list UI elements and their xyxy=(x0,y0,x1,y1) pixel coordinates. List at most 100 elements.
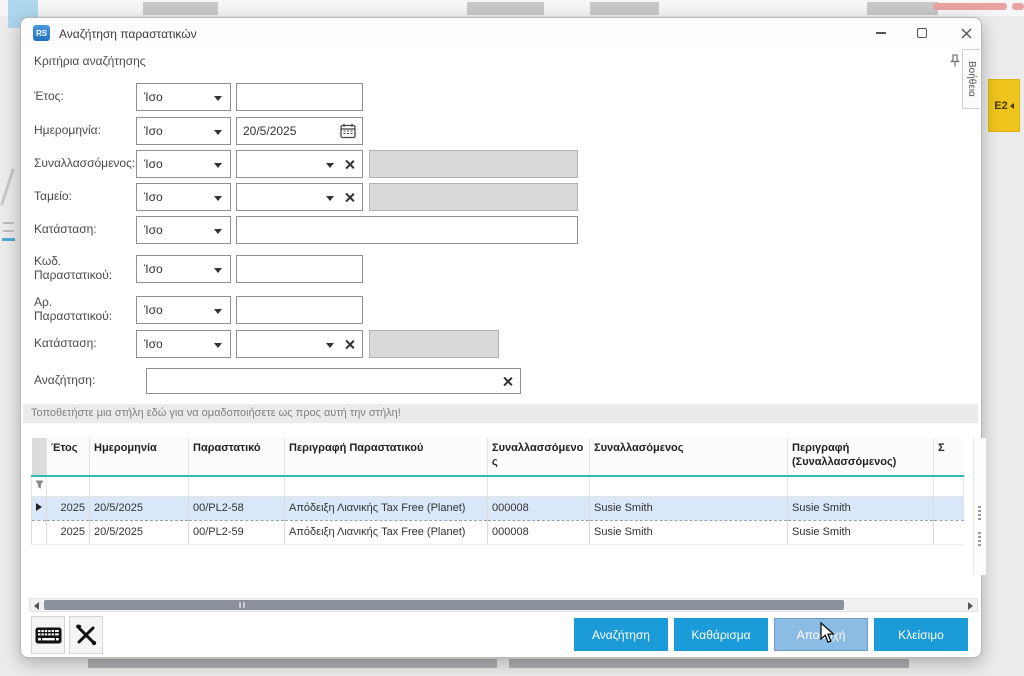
doc-code-input[interactable] xyxy=(237,256,362,282)
row-selector[interactable] xyxy=(32,496,47,520)
field-row-cashdesk: Ταμείο: Ίσο xyxy=(34,182,578,211)
scroll-right-icon[interactable] xyxy=(968,602,973,610)
column-header-party-code[interactable]: Συναλλασσόμενος xyxy=(488,438,590,476)
group-by-bar[interactable]: Τοποθετήστε μια στήλη εδώ για να ομαδοπο… xyxy=(23,404,978,423)
filter-cell[interactable] xyxy=(47,476,90,496)
grid-header-row: Έτος Ημερομηνία Παραστατικό Περιγραφή Πα… xyxy=(32,438,964,476)
operator-dropdown[interactable]: Ίσο xyxy=(136,255,231,283)
virtual-keyboard-button[interactable] xyxy=(31,616,65,654)
column-header-partial[interactable]: Σ xyxy=(934,438,964,476)
field-label: Κατάσταση: xyxy=(34,223,136,237)
criteria-panel-title: Κριτήρια αναζήτησης xyxy=(34,54,146,68)
field-row-status2: Κατάσταση: Ίσο xyxy=(34,329,499,358)
filter-cell[interactable] xyxy=(285,476,488,496)
clear-button[interactable]: Καθάρισμα xyxy=(674,618,768,651)
clear-icon[interactable] xyxy=(344,159,355,170)
column-header-year[interactable]: Έτος xyxy=(47,438,90,476)
chevron-down-icon[interactable] xyxy=(326,343,334,348)
titlebar[interactable]: RS Αναζήτηση παραστατικών xyxy=(21,18,981,48)
cell-year[interactable]: 2025 xyxy=(47,520,90,544)
cell-party-code[interactable]: 000008 xyxy=(488,520,590,544)
current-row-icon xyxy=(36,503,42,511)
chevron-down-icon xyxy=(214,130,222,135)
field-row-doc-code: Κωδ. Παραστατικού: Ίσο xyxy=(34,250,363,288)
table-row[interactable]: 2025 20/5/2025 00/PL2-58 Απόδειξη Λιανικ… xyxy=(32,496,964,520)
cell-doc[interactable]: 00/PL2-59 xyxy=(189,520,285,544)
filter-funnel-icon xyxy=(35,480,44,489)
operator-dropdown[interactable]: Ίσο xyxy=(136,183,231,211)
table-row[interactable]: 2025 20/5/2025 00/PL2-59 Απόδειξη Λιανικ… xyxy=(32,520,964,544)
field-label: Συναλλασσόμενος: xyxy=(34,157,136,171)
column-header-date[interactable]: Ημερομηνία xyxy=(90,438,189,476)
filter-cell[interactable] xyxy=(934,476,964,496)
calendar-icon[interactable] xyxy=(340,123,356,139)
mouse-cursor xyxy=(820,622,836,644)
year-input[interactable] xyxy=(237,84,362,110)
cell-extra[interactable] xyxy=(934,496,964,520)
clear-icon[interactable] xyxy=(344,192,355,203)
vertical-scrollbar[interactable] xyxy=(973,438,986,575)
scrollbar-thumb[interactable] xyxy=(44,600,844,610)
cell-party[interactable]: Susie Smith xyxy=(590,496,788,520)
operator-dropdown[interactable]: Ίσο xyxy=(136,216,231,244)
doc-number-input[interactable] xyxy=(237,297,362,323)
clear-icon[interactable] xyxy=(502,376,513,387)
search-button[interactable]: Αναζήτηση xyxy=(574,618,668,651)
filter-row-indicator[interactable] xyxy=(32,476,47,496)
close-action-button[interactable]: Κλείσιμο xyxy=(874,618,968,651)
cell-party-desc[interactable]: Susie Smith xyxy=(788,496,934,520)
maximize-button[interactable] xyxy=(907,22,937,44)
field-label: Αρ. Παραστατικού: xyxy=(34,296,136,324)
field-label: Ταμείο: xyxy=(34,190,136,204)
minimize-button[interactable] xyxy=(866,22,896,44)
help-side-tab[interactable]: Βοήθεια xyxy=(962,49,980,109)
operator-dropdown[interactable]: Ίσο xyxy=(136,117,231,145)
column-header-doc-desc[interactable]: Περιγραφή Παραστατικού xyxy=(285,438,488,476)
cell-party-code[interactable]: 000008 xyxy=(488,496,590,520)
filter-cell[interactable] xyxy=(189,476,285,496)
cell-doc[interactable]: 00/PL2-58 xyxy=(189,496,285,520)
window-title: Αναζήτηση παραστατικών xyxy=(59,27,197,41)
cell-doc-desc[interactable]: Απόδειξη Λιανικής Tax Free (Planet) xyxy=(285,520,488,544)
tools-button[interactable] xyxy=(69,616,103,654)
background-bottom-bar xyxy=(509,659,909,668)
clear-icon[interactable] xyxy=(344,339,355,350)
column-header-party[interactable]: Συναλλασόμενος xyxy=(590,438,788,476)
filter-cell[interactable] xyxy=(488,476,590,496)
chevron-down-icon[interactable] xyxy=(326,163,334,168)
operator-dropdown[interactable]: Ίσο xyxy=(136,83,231,111)
filter-cell[interactable] xyxy=(590,476,788,496)
background-highlight-bar xyxy=(1012,3,1024,10)
operator-dropdown[interactable]: Ίσο xyxy=(136,330,231,358)
cashdesk-combo[interactable] xyxy=(236,183,363,211)
cell-party[interactable]: Susie Smith xyxy=(590,520,788,544)
column-header-party-desc[interactable]: Περιγραφή (Συναλλασσόμενος) xyxy=(788,438,934,476)
doc-code-input-wrap xyxy=(236,255,363,283)
cell-year[interactable]: 2025 xyxy=(47,496,90,520)
search-input[interactable] xyxy=(147,369,496,393)
operator-dropdown[interactable]: Ίσο xyxy=(136,296,231,324)
horizontal-scrollbar[interactable] xyxy=(29,598,978,612)
row-selector[interactable] xyxy=(32,520,47,544)
status-input[interactable] xyxy=(237,217,577,243)
chevron-down-icon xyxy=(214,229,222,234)
filter-cell[interactable] xyxy=(788,476,934,496)
filter-cell[interactable] xyxy=(90,476,189,496)
pin-icon[interactable] xyxy=(949,54,961,68)
column-header-doc[interactable]: Παραστατικό xyxy=(189,438,285,476)
cell-party-desc[interactable]: Susie Smith xyxy=(788,520,934,544)
field-row-search: Αναζήτηση: xyxy=(34,368,521,394)
status2-combo[interactable] xyxy=(236,330,363,358)
e2-side-tab[interactable]: E2 xyxy=(988,79,1020,132)
chevron-down-icon[interactable] xyxy=(326,196,334,201)
cell-date[interactable]: 20/5/2025 xyxy=(90,520,189,544)
maximize-icon xyxy=(917,28,927,38)
operator-dropdown[interactable]: Ίσο xyxy=(136,150,231,178)
scroll-left-icon[interactable] xyxy=(34,602,39,610)
cell-doc-desc[interactable]: Απόδειξη Λιανικής Tax Free (Planet) xyxy=(285,496,488,520)
close-button[interactable] xyxy=(951,22,981,44)
background-bottom-bar xyxy=(88,659,497,668)
counterparty-combo[interactable] xyxy=(236,150,363,178)
cell-date[interactable]: 20/5/2025 xyxy=(90,496,189,520)
cell-extra[interactable] xyxy=(934,520,964,544)
